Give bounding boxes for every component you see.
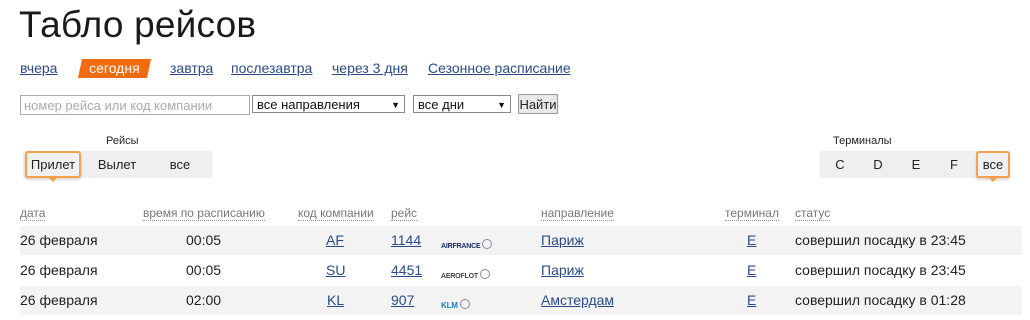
terminal-all-tab[interactable]: все bbox=[976, 151, 1010, 182]
table-row: 26 февраля 00:05 AF 1144 AIRFRANCE Париж… bbox=[20, 226, 1022, 255]
seasonal-schedule-link[interactable]: Сезонное расписание bbox=[428, 60, 571, 76]
row-flight-link[interactable]: 1144 bbox=[391, 226, 421, 255]
row-terminal-link[interactable]: E bbox=[747, 226, 756, 255]
row-airline-code-link[interactable]: KL bbox=[327, 286, 344, 315]
row-date: 26 февраля bbox=[20, 292, 98, 308]
dropdown-arrow-icon: ▼ bbox=[391, 100, 400, 110]
terminal-c-tab[interactable]: C bbox=[828, 151, 852, 178]
day-today-tab[interactable]: сегодня bbox=[77, 59, 151, 78]
arrivals-tab[interactable]: Прилет bbox=[25, 151, 81, 182]
airline-logo-icon: KLM bbox=[441, 295, 470, 310]
header-terminal[interactable]: терминал bbox=[725, 206, 779, 221]
dropdown-arrow-icon: ▼ bbox=[497, 100, 506, 110]
row-status: совершил посадку в 23:45 bbox=[795, 232, 966, 248]
flights-segmented-control: Прилет Вылет все bbox=[23, 151, 212, 182]
header-scheduled-time[interactable]: время по расписанию bbox=[143, 206, 265, 221]
airline-logo-icon: AEROFLOT bbox=[441, 265, 490, 280]
header-date[interactable]: дата bbox=[20, 206, 46, 221]
row-status: совершил посадку в 01:28 bbox=[795, 292, 966, 308]
row-time: 00:05 bbox=[186, 262, 222, 278]
day-today-label: сегодня bbox=[89, 60, 140, 76]
days-select-value: все дни bbox=[418, 97, 465, 112]
header-airline-code[interactable]: код компании bbox=[298, 206, 374, 221]
row-destination-link[interactable]: Амстердам bbox=[541, 286, 614, 315]
row-date: 26 февраля bbox=[20, 262, 98, 278]
direction-select-value: все направления bbox=[257, 97, 360, 112]
day-after-tomorrow-link[interactable]: послезавтра bbox=[231, 60, 312, 76]
row-time: 02:00 bbox=[186, 292, 222, 308]
arrivals-tab-label: Прилет bbox=[30, 157, 76, 172]
row-destination-link[interactable]: Париж bbox=[541, 226, 584, 255]
row-date: 26 февраля bbox=[20, 232, 98, 248]
page-title: Табло рейсов bbox=[19, 4, 257, 45]
header-status[interactable]: статус bbox=[795, 206, 831, 221]
terminal-d-tab[interactable]: D bbox=[866, 151, 890, 178]
table-row: 26 февраля 00:05 SU 4451 AEROFLOT Париж … bbox=[20, 256, 1022, 285]
row-airline-code-link[interactable]: AF bbox=[326, 226, 344, 255]
row-status: совершил посадку в 23:45 bbox=[795, 262, 966, 278]
row-terminal-link[interactable]: E bbox=[747, 256, 756, 285]
row-airline-code-link[interactable]: SU bbox=[326, 256, 345, 285]
days-select[interactable]: все дни ▼ bbox=[413, 95, 511, 113]
table-row: 26 февраля 02:00 KL 907 KLM Амстердам E … bbox=[20, 286, 1022, 315]
active-pointer-icon bbox=[48, 177, 58, 182]
row-flight-link[interactable]: 4451 bbox=[391, 256, 422, 285]
day-yesterday-link[interactable]: вчера bbox=[20, 60, 57, 76]
row-terminal-link[interactable]: E bbox=[747, 286, 756, 315]
departures-tab[interactable]: Вылет bbox=[87, 151, 147, 178]
airline-logo-icon: AIRFRANCE bbox=[441, 235, 493, 250]
row-time: 00:05 bbox=[186, 232, 222, 248]
header-destination[interactable]: направление bbox=[541, 206, 614, 221]
day-in-3-days-link[interactable]: через 3 дня bbox=[332, 60, 408, 76]
terminal-f-tab[interactable]: F bbox=[942, 151, 966, 178]
terminal-e-tab[interactable]: E bbox=[904, 151, 928, 178]
row-flight-link[interactable]: 907 bbox=[391, 286, 414, 315]
terminals-segmented-control: C D E F все bbox=[820, 151, 1010, 182]
flights-group-label: Рейсы bbox=[106, 135, 139, 147]
direction-select[interactable]: все направления ▼ bbox=[252, 95, 405, 113]
day-tomorrow-link[interactable]: завтра bbox=[170, 60, 213, 76]
terminals-group-label: Терминалы bbox=[833, 135, 892, 147]
header-flight[interactable]: рейс bbox=[391, 206, 418, 221]
all-flights-tab[interactable]: все bbox=[155, 151, 205, 178]
row-destination-link[interactable]: Париж bbox=[541, 256, 584, 285]
active-pointer-icon bbox=[988, 177, 998, 182]
terminal-all-label: все bbox=[982, 157, 1004, 172]
find-button[interactable]: Найти bbox=[518, 94, 558, 114]
flight-search-input[interactable] bbox=[20, 95, 250, 115]
